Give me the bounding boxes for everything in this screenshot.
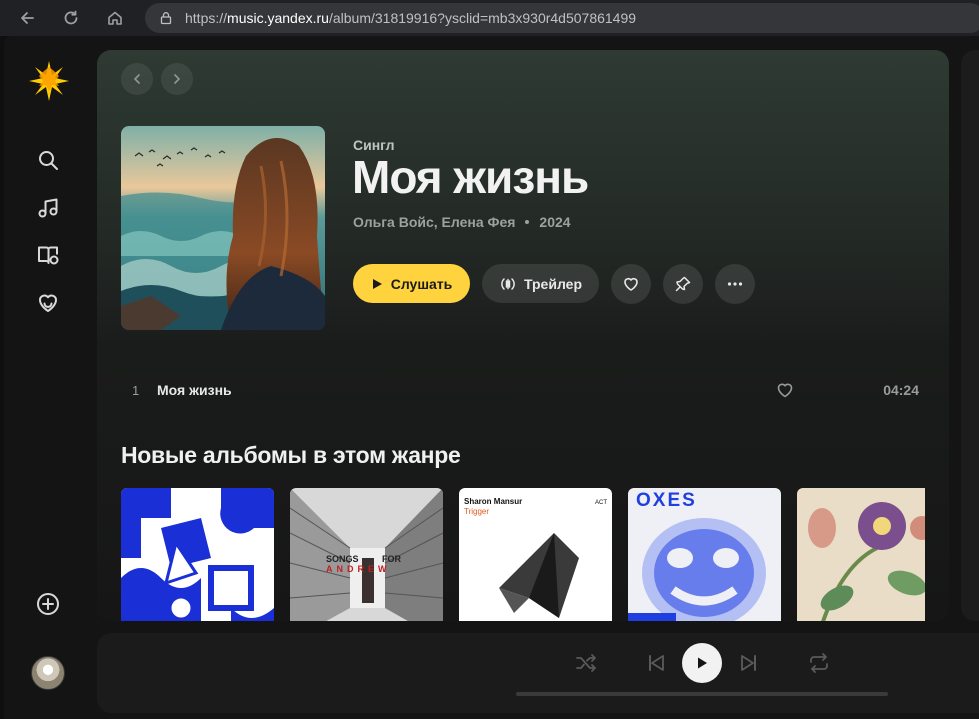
player-bar (97, 633, 979, 713)
address-bar[interactable]: https://music.yandex.ru/album/31819916?y… (145, 3, 979, 33)
reload-icon[interactable] (56, 3, 86, 33)
track-row[interactable]: 1 Моя жизнь 04:24 (121, 372, 925, 408)
album-year: 2024 (539, 214, 571, 230)
sidebar (4, 36, 92, 719)
track-duration: 04:24 (883, 382, 919, 398)
play-icon (698, 657, 707, 669)
shuffle-icon[interactable] (574, 651, 598, 675)
section-title: Новые альбомы в этом жанре (121, 442, 461, 468)
play-icon (372, 278, 382, 289)
url-path: /album/31819916?ysclid=mb3x930r4d5078614… (328, 10, 637, 26)
track-number: 1 (132, 382, 140, 398)
pin-button[interactable] (663, 264, 703, 304)
add-circle-icon[interactable] (36, 592, 60, 616)
browser-toolbar: https://music.yandex.ru/album/31819916?y… (0, 0, 979, 36)
more-dots-icon (727, 282, 743, 286)
album-card[interactable] (797, 488, 925, 621)
album-panel: Сингл Моя жизнь Ольга Войс, Елена Фея 20… (97, 50, 949, 621)
user-avatar[interactable] (31, 656, 65, 690)
play-pause-button[interactable] (682, 643, 722, 683)
music-note-icon[interactable] (36, 196, 60, 220)
home-icon[interactable] (100, 3, 130, 33)
album-title-text: Trigger (464, 507, 489, 516)
album-artists[interactable]: Ольга Войс, Елена Фея (353, 214, 515, 230)
songs-text: SONGS (326, 554, 359, 564)
library-icon[interactable] (36, 243, 60, 267)
repeat-icon[interactable] (807, 651, 831, 675)
heart-smile-icon[interactable] (36, 291, 60, 315)
album-card[interactable]: Sharon Mansur Trigger ACT (459, 488, 612, 621)
right-panel-edge (961, 50, 979, 621)
back-arrow-icon[interactable] (12, 3, 42, 33)
trailer-button[interactable]: Трейлер (482, 264, 599, 303)
progress-bar[interactable] (516, 692, 888, 696)
album-meta: Ольга Войс, Елена Фея 2024 (353, 214, 571, 230)
album-card[interactable]: SONGS FOR ANDREW (290, 488, 443, 621)
url-host: music.yandex.ru (227, 10, 329, 26)
search-icon[interactable] (36, 148, 60, 172)
listen-button-label: Слушать (390, 275, 453, 292)
for-text: FOR (382, 554, 401, 564)
listen-button[interactable]: Слушать (353, 264, 470, 303)
back-chevron-icon[interactable] (121, 63, 153, 95)
meta-separator (525, 220, 530, 224)
next-icon[interactable] (737, 651, 761, 675)
lock-icon (160, 12, 172, 25)
andrew-text: ANDREW (326, 564, 391, 574)
albums-carousel: SONGS FOR ANDREW Sharon Mansur Trigger A… (121, 488, 925, 621)
yandex-music-logo[interactable] (28, 60, 70, 102)
previous-icon[interactable] (644, 651, 668, 675)
track-title: Моя жизнь (157, 382, 232, 398)
heart-icon (624, 277, 638, 291)
track-heart-icon[interactable] (775, 380, 795, 400)
svg-text:OXES: OXES (636, 490, 697, 511)
album-card[interactable]: OXES (628, 488, 781, 621)
album-title: Моя жизнь (352, 151, 589, 203)
soundwave-icon (501, 277, 515, 290)
more-button[interactable] (715, 264, 755, 304)
like-button[interactable] (611, 264, 651, 304)
trailer-button-label: Трейлер (523, 275, 582, 292)
app-window: Сингл Моя жизнь Ольга Войс, Елена Фея 20… (4, 36, 979, 719)
url-prefix: https:// (185, 10, 228, 26)
album-cover[interactable] (121, 126, 325, 330)
forward-chevron-icon[interactable] (161, 63, 193, 95)
album-card[interactable] (121, 488, 274, 621)
album-artist-text: Sharon Mansur (464, 497, 522, 506)
label-text: ACT (595, 500, 607, 506)
pin-icon (675, 276, 691, 292)
